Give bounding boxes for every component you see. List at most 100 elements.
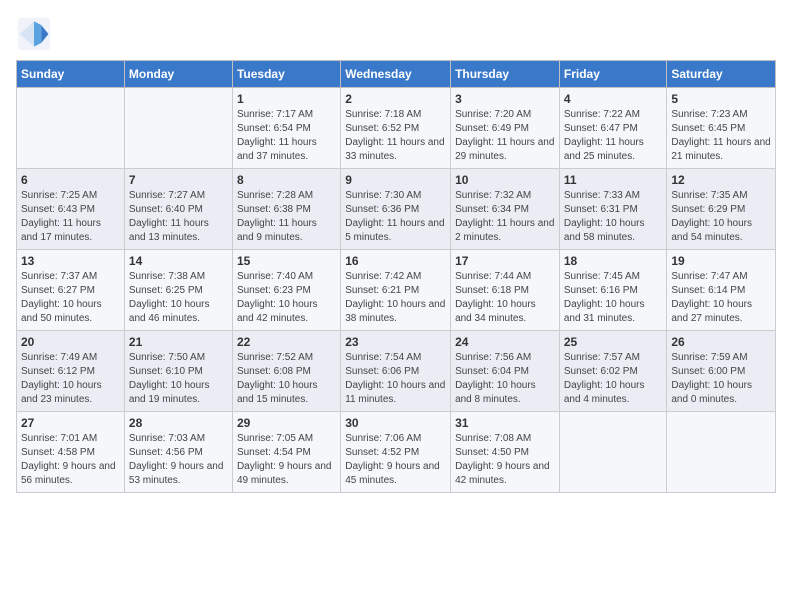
day-number: 15 xyxy=(237,254,336,268)
day-content: Sunrise: 7:45 AM Sunset: 6:16 PM Dayligh… xyxy=(564,270,663,326)
day-number: 22 xyxy=(237,335,336,349)
day-number: 2 xyxy=(345,92,446,106)
day-content: Sunrise: 7:08 AM Sunset: 4:50 PM Dayligh… xyxy=(455,432,555,488)
day-content: Sunrise: 7:03 AM Sunset: 4:56 PM Dayligh… xyxy=(129,432,228,488)
day-content: Sunrise: 7:30 AM Sunset: 6:36 PM Dayligh… xyxy=(345,189,446,245)
day-number: 10 xyxy=(455,173,555,187)
day-number: 7 xyxy=(129,173,228,187)
calendar-cell: 19Sunrise: 7:47 AM Sunset: 6:14 PM Dayli… xyxy=(667,250,776,331)
day-number: 30 xyxy=(345,416,446,430)
calendar-cell xyxy=(559,412,667,493)
day-number: 16 xyxy=(345,254,446,268)
day-content: Sunrise: 7:27 AM Sunset: 6:40 PM Dayligh… xyxy=(129,189,228,245)
day-content: Sunrise: 7:38 AM Sunset: 6:25 PM Dayligh… xyxy=(129,270,228,326)
calendar-cell: 27 Sunrise: 7:01 AM Sunset: 4:58 PM Dayli… xyxy=(17,412,125,493)
calendar-week-3: 13 Sunrise: 7:37 AM Sunset: 6:27 PM Dayli… xyxy=(17,250,776,331)
header-cell-tuesday: Tuesday xyxy=(232,61,340,88)
day-number: 23 xyxy=(345,335,446,349)
calendar-cell: 4 Sunrise: 7:22 AM Sunset: 6:47 PM Daylig… xyxy=(559,88,667,169)
day-content: Sunrise: 7:35 AM Sunset: 6:29 PM Dayligh… xyxy=(671,189,771,245)
day-number: 5 xyxy=(671,92,771,106)
day-number: 26 xyxy=(671,335,771,349)
day-number: 28 xyxy=(129,416,228,430)
day-content: Sunrise: 7:25 AM Sunset: 6:43 PM Dayligh… xyxy=(21,189,120,245)
header-cell-monday: Monday xyxy=(124,61,232,88)
calendar-cell: 21 Sunrise: 7:50 AM Sunset: 6:10 PM Dayli… xyxy=(124,331,232,412)
calendar-cell: 23 Sunrise: 7:54 AM Sunset: 6:06 PM Dayli… xyxy=(341,331,451,412)
day-number: 17 xyxy=(455,254,555,268)
day-content: Sunrise: 7:01 AM Sunset: 4:58 PM Dayligh… xyxy=(21,432,120,488)
day-content: Sunrise: 7:18 AM Sunset: 6:52 PM Dayligh… xyxy=(345,108,446,164)
day-number: 21 xyxy=(129,335,228,349)
day-content: Sunrise: 7:32 AM Sunset: 6:34 PM Dayligh… xyxy=(455,189,555,245)
day-content: Sunrise: 7:28 AM Sunset: 6:38 PM Dayligh… xyxy=(237,189,336,245)
calendar-cell: 7 Sunrise: 7:27 AM Sunset: 6:40 PM Daylig… xyxy=(124,169,232,250)
calendar-cell: 22Sunrise: 7:52 AM Sunset: 6:08 PM Dayli… xyxy=(232,331,340,412)
day-number: 1 xyxy=(237,92,336,106)
calendar-week-5: 27 Sunrise: 7:01 AM Sunset: 4:58 PM Dayli… xyxy=(17,412,776,493)
logo-icon xyxy=(16,16,52,52)
header-cell-sunday: Sunday xyxy=(17,61,125,88)
header-cell-saturday: Saturday xyxy=(667,61,776,88)
calendar-cell: 14 Sunrise: 7:38 AM Sunset: 6:25 PM Dayli… xyxy=(124,250,232,331)
calendar-cell xyxy=(17,88,125,169)
calendar-table: SundayMondayTuesdayWednesdayThursdayFrid… xyxy=(16,60,776,493)
day-content: Sunrise: 7:54 AM Sunset: 6:06 PM Dayligh… xyxy=(345,351,446,407)
day-number: 12 xyxy=(671,173,771,187)
calendar-cell: 6 Sunrise: 7:25 AM Sunset: 6:43 PM Daylig… xyxy=(17,169,125,250)
day-number: 29 xyxy=(237,416,336,430)
calendar-cell: 24Sunrise: 7:56 AM Sunset: 6:04 PM Dayli… xyxy=(451,331,560,412)
calendar-cell: 5 Sunrise: 7:23 AM Sunset: 6:45 PM Daylig… xyxy=(667,88,776,169)
day-content: Sunrise: 7:47 AM Sunset: 6:14 PM Dayligh… xyxy=(671,270,771,326)
day-number: 13 xyxy=(21,254,120,268)
logo xyxy=(16,16,56,52)
calendar-cell: 31 Sunrise: 7:08 AM Sunset: 4:50 PM Dayli… xyxy=(451,412,560,493)
day-content: Sunrise: 7:20 AM Sunset: 6:49 PM Dayligh… xyxy=(455,108,555,164)
day-content: Sunrise: 7:50 AM Sunset: 6:10 PM Dayligh… xyxy=(129,351,228,407)
day-content: Sunrise: 7:59 AM Sunset: 6:00 PM Dayligh… xyxy=(671,351,771,407)
day-content: Sunrise: 7:57 AM Sunset: 6:02 PM Dayligh… xyxy=(564,351,663,407)
calendar-cell: 17 Sunrise: 7:44 AM Sunset: 6:18 PM Dayli… xyxy=(451,250,560,331)
day-content: Sunrise: 7:42 AM Sunset: 6:21 PM Dayligh… xyxy=(345,270,446,326)
calendar-cell: 16 Sunrise: 7:42 AM Sunset: 6:21 PM Dayli… xyxy=(341,250,451,331)
calendar-cell: 29 Sunrise: 7:05 AM Sunset: 4:54 PM Dayli… xyxy=(232,412,340,493)
day-content: Sunrise: 7:23 AM Sunset: 6:45 PM Dayligh… xyxy=(671,108,771,164)
day-number: 14 xyxy=(129,254,228,268)
day-number: 6 xyxy=(21,173,120,187)
day-number: 4 xyxy=(564,92,663,106)
day-number: 20 xyxy=(21,335,120,349)
day-number: 11 xyxy=(564,173,663,187)
calendar-cell: 25Sunrise: 7:57 AM Sunset: 6:02 PM Dayli… xyxy=(559,331,667,412)
day-number: 27 xyxy=(21,416,120,430)
calendar-cell: 20 Sunrise: 7:49 AM Sunset: 6:12 PM Dayli… xyxy=(17,331,125,412)
day-content: Sunrise: 7:06 AM Sunset: 4:52 PM Dayligh… xyxy=(345,432,446,488)
calendar-cell: 9 Sunrise: 7:30 AM Sunset: 6:36 PM Daylig… xyxy=(341,169,451,250)
calendar-week-1: 1Sunrise: 7:17 AM Sunset: 6:54 PM Daylig… xyxy=(17,88,776,169)
calendar-cell: 8Sunrise: 7:28 AM Sunset: 6:38 PM Daylig… xyxy=(232,169,340,250)
calendar-cell: 10 Sunrise: 7:32 AM Sunset: 6:34 PM Dayli… xyxy=(451,169,560,250)
day-content: Sunrise: 7:40 AM Sunset: 6:23 PM Dayligh… xyxy=(237,270,336,326)
calendar-week-2: 6 Sunrise: 7:25 AM Sunset: 6:43 PM Daylig… xyxy=(17,169,776,250)
calendar-cell: 18 Sunrise: 7:45 AM Sunset: 6:16 PM Dayli… xyxy=(559,250,667,331)
day-number: 3 xyxy=(455,92,555,106)
day-content: Sunrise: 7:05 AM Sunset: 4:54 PM Dayligh… xyxy=(237,432,336,488)
header-cell-friday: Friday xyxy=(559,61,667,88)
calendar-week-4: 20 Sunrise: 7:49 AM Sunset: 6:12 PM Dayli… xyxy=(17,331,776,412)
calendar-cell: 11 Sunrise: 7:33 AM Sunset: 6:31 PM Dayli… xyxy=(559,169,667,250)
day-content: Sunrise: 7:44 AM Sunset: 6:18 PM Dayligh… xyxy=(455,270,555,326)
calendar-cell: 2 Sunrise: 7:18 AM Sunset: 6:52 PM Daylig… xyxy=(341,88,451,169)
day-content: Sunrise: 7:22 AM Sunset: 6:47 PM Dayligh… xyxy=(564,108,663,164)
calendar-cell: 12 Sunrise: 7:35 AM Sunset: 6:29 PM Dayli… xyxy=(667,169,776,250)
calendar-cell: 1Sunrise: 7:17 AM Sunset: 6:54 PM Daylig… xyxy=(232,88,340,169)
day-number: 31 xyxy=(455,416,555,430)
header-cell-wednesday: Wednesday xyxy=(341,61,451,88)
day-number: 18 xyxy=(564,254,663,268)
day-content: Sunrise: 7:49 AM Sunset: 6:12 PM Dayligh… xyxy=(21,351,120,407)
header-cell-thursday: Thursday xyxy=(451,61,560,88)
calendar-cell: 28 Sunrise: 7:03 AM Sunset: 4:56 PM Dayli… xyxy=(124,412,232,493)
day-content: Sunrise: 7:37 AM Sunset: 6:27 PM Dayligh… xyxy=(21,270,120,326)
calendar-cell: 15 Sunrise: 7:40 AM Sunset: 6:23 PM Dayli… xyxy=(232,250,340,331)
day-content: Sunrise: 7:33 AM Sunset: 6:31 PM Dayligh… xyxy=(564,189,663,245)
calendar-cell xyxy=(124,88,232,169)
day-number: 9 xyxy=(345,173,446,187)
